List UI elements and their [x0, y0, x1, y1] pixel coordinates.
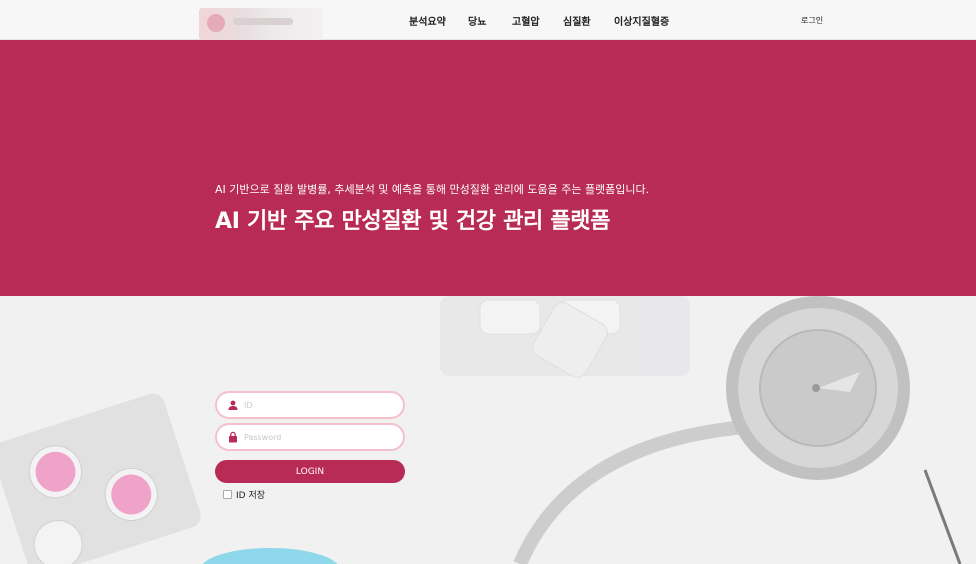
hero-title: AI 기반 주요 만성질환 및 건강 관리 플랫폼	[215, 209, 611, 234]
id-field[interactable]	[215, 391, 405, 419]
password-input[interactable]	[244, 430, 394, 445]
nav-item-hypertension[interactable]: 고혈압	[512, 13, 540, 28]
nav-item-analysis-summary[interactable]: 분석요약	[409, 13, 446, 28]
top-navigation-bar: 분석요약 당뇨 고혈압 심질환 이상지질혈증 로그인	[0, 0, 976, 40]
stethoscope-tip	[923, 469, 962, 564]
user-icon	[228, 400, 238, 410]
password-field[interactable]	[215, 423, 405, 451]
hero-subtitle: AI 기반으로 질환 발병률, 추세분석 및 예측을 통해 만성질환 관리에 도…	[215, 183, 650, 196]
nav-item-heart-disease[interactable]: 심질환	[563, 13, 591, 28]
blister-pack-pink	[0, 393, 201, 564]
lock-icon	[229, 431, 237, 443]
medical-background-image	[0, 296, 976, 564]
logo-text-blurred	[233, 18, 293, 25]
id-input[interactable]	[244, 398, 394, 413]
site-logo[interactable]	[199, 8, 323, 40]
blister-pack-top	[440, 296, 690, 378]
nav-item-dyslipidemia[interactable]: 이상지질혈증	[614, 13, 669, 28]
background-illustration	[0, 296, 962, 564]
remember-id-label[interactable]: ID 저장	[236, 488, 265, 501]
login-link[interactable]: 로그인	[801, 15, 823, 26]
login-button[interactable]: LOGIN	[215, 460, 405, 483]
blue-object	[202, 548, 338, 564]
nav-item-diabetes[interactable]: 당뇨	[468, 13, 486, 28]
remember-id-checkbox[interactable]	[223, 490, 232, 499]
hero-banner: AI 기반으로 질환 발병률, 추세분석 및 예측을 통해 만성질환 관리에 도…	[0, 40, 976, 296]
remember-id: ID 저장	[223, 488, 265, 501]
logo-mark	[207, 14, 225, 32]
